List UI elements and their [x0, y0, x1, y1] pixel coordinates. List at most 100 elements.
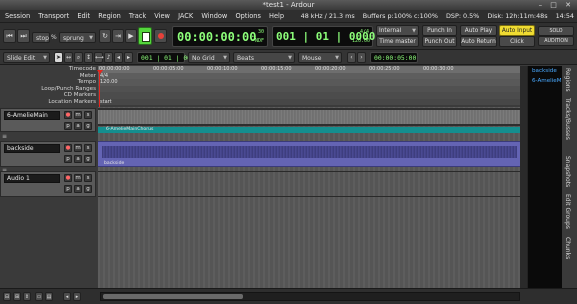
- tab-edit-groups[interactable]: Edit Groups: [564, 194, 571, 229]
- grid-select[interactable]: No Grid ▼: [188, 52, 230, 63]
- menu-session[interactable]: Session: [5, 12, 30, 20]
- punch-in-button[interactable]: Punch In: [422, 25, 457, 36]
- playlist-button[interactable]: p: [64, 155, 72, 163]
- mute-button[interactable]: m: [74, 174, 82, 182]
- play-range-button[interactable]: ⇥: [112, 29, 124, 43]
- menu-transport[interactable]: Transport: [38, 12, 69, 20]
- automation-button[interactable]: a: [74, 155, 82, 163]
- editor-canvas[interactable]: [98, 107, 520, 288]
- edit-toolbar: Slide Edit ▼ ➤ ↔ ⌕ ↕ ⟷ ♪ ◂ ▸ 001 | 01 | 0…: [0, 50, 577, 65]
- time-master-button[interactable]: Time master: [376, 36, 419, 47]
- scroll-button[interactable]: ◂: [63, 292, 71, 301]
- playlist-button[interactable]: p: [64, 122, 72, 130]
- edit-point-select[interactable]: Mouse ▼: [298, 52, 342, 63]
- menu-jack[interactable]: JACK: [178, 12, 193, 20]
- edit-mode-select[interactable]: Slide Edit ▼: [3, 52, 50, 63]
- stop-mode-select[interactable]: stop: [32, 32, 50, 43]
- record-arm-button[interactable]: ●: [64, 144, 72, 152]
- goto-start-button[interactable]: ⏮: [3, 29, 16, 43]
- mute-button[interactable]: m: [74, 144, 82, 152]
- automation-button[interactable]: a: [74, 122, 82, 130]
- menu-edit[interactable]: Edit: [77, 12, 90, 20]
- audition-tool-button[interactable]: ♪: [104, 52, 113, 63]
- region-backside[interactable]: backside: [98, 141, 520, 167]
- zoom-clock[interactable]: 00:00:05:00: [370, 52, 418, 63]
- mute-button[interactable]: m: [74, 111, 82, 119]
- goto-end-button[interactable]: ⏭: [17, 29, 30, 43]
- snap-unit-select[interactable]: Beats ▼: [233, 52, 295, 63]
- fit-button[interactable]: ▤: [45, 292, 53, 301]
- play-button[interactable]: ▶: [125, 29, 137, 43]
- tab-chunks[interactable]: Chunks: [564, 237, 571, 259]
- track-zoom-button[interactable]: ⊞: [13, 292, 21, 301]
- track-lane[interactable]: [98, 108, 520, 126]
- solo-button[interactable]: s: [84, 144, 92, 152]
- menu-options[interactable]: Options: [235, 12, 260, 20]
- punch-out-button[interactable]: Punch Out: [422, 36, 457, 47]
- stop-button[interactable]: [138, 27, 152, 45]
- vertical-scrollbar[interactable]: [520, 66, 527, 288]
- auto-input-button[interactable]: Auto Input: [499, 25, 535, 36]
- auto-return-button[interactable]: Auto Return: [460, 36, 497, 47]
- loop-button[interactable]: ↻: [99, 29, 111, 43]
- region-list-item[interactable]: 6-AmelieM: [528, 76, 563, 86]
- range-tool-button[interactable]: ↔: [64, 52, 73, 63]
- region-list-item[interactable]: backside: [528, 66, 563, 76]
- track-header[interactable]: 6-AmelieMain ● m s p a g: [0, 108, 96, 132]
- primary-clock[interactable]: 00:00:00:00 30 NDF: [172, 26, 268, 47]
- track-lane-empty[interactable]: [98, 171, 520, 197]
- record-arm-button[interactable]: ●: [64, 111, 72, 119]
- nudge-backward-button[interactable]: ◂: [114, 52, 123, 63]
- nudge-clock[interactable]: 001 | 01 | 0000: [137, 52, 199, 63]
- stop-mode-value: stop: [36, 35, 49, 42]
- menu-help[interactable]: Help: [269, 12, 284, 20]
- track-drag-handle-icon[interactable]: ≡: [2, 133, 7, 140]
- shuttle-mode-select[interactable]: sprung ▼: [59, 32, 96, 43]
- click-button[interactable]: Click: [499, 36, 535, 47]
- track-height-button[interactable]: ⇕: [23, 292, 31, 301]
- secondary-clock[interactable]: 001 | 01 | 0000 4/4 120.00: [272, 26, 375, 47]
- automation-button[interactable]: a: [74, 185, 82, 193]
- menu-view[interactable]: View: [154, 12, 170, 20]
- track-name[interactable]: Audio 1: [4, 174, 60, 183]
- sync-select[interactable]: Internal ▼: [376, 25, 419, 36]
- tab-regions[interactable]: Regions: [564, 68, 571, 92]
- location-markers-ruler[interactable]: start: [98, 98, 520, 105]
- grab-tool-button[interactable]: ➤: [54, 52, 63, 63]
- region-bar[interactable]: 6-AmelieMainChorus: [98, 127, 520, 133]
- playlist-button[interactable]: p: [64, 185, 72, 193]
- gain-tool-button[interactable]: ↕: [84, 52, 93, 63]
- menu-window[interactable]: Window: [201, 12, 227, 20]
- track-header[interactable]: Audio 1 ● m s p a g: [0, 171, 96, 197]
- menu-track[interactable]: Track: [129, 12, 146, 20]
- group-button[interactable]: g: [84, 122, 92, 130]
- solo-button[interactable]: s: [84, 174, 92, 182]
- tab-tracks-busses[interactable]: Tracks/Busses: [564, 98, 571, 140]
- audition-indicator[interactable]: AUDITION: [538, 36, 574, 46]
- record-button[interactable]: [154, 29, 167, 43]
- horizontal-scrollbar[interactable]: [100, 292, 520, 301]
- solo-indicator[interactable]: SOLO: [538, 26, 574, 36]
- record-arm-button[interactable]: ●: [64, 174, 72, 182]
- solo-button[interactable]: s: [84, 111, 92, 119]
- track-zoom-button[interactable]: ⊟: [3, 292, 11, 301]
- zoom-out-button[interactable]: ‹: [347, 52, 356, 63]
- stop-icon: [142, 32, 150, 42]
- menu-region[interactable]: Region: [98, 12, 121, 20]
- tab-snapshots[interactable]: Snapshots: [564, 156, 571, 187]
- track-header[interactable]: backside ● m s p a g: [0, 141, 96, 167]
- nudge-forward-button[interactable]: ▸: [124, 52, 133, 63]
- loop-icon: ↻: [102, 32, 108, 40]
- zoom-tool-button[interactable]: ⌕: [74, 52, 83, 63]
- stretch-tool-button[interactable]: ⟷: [94, 52, 104, 63]
- zoom-in-button[interactable]: ›: [357, 52, 366, 63]
- auto-play-button[interactable]: Auto Play: [460, 25, 497, 36]
- track-name[interactable]: backside: [4, 144, 60, 153]
- scroll-button[interactable]: ▸: [73, 292, 81, 301]
- track-name[interactable]: 6-AmelieMain: [4, 111, 60, 120]
- fit-button[interactable]: ▭: [35, 292, 43, 301]
- group-button[interactable]: g: [84, 155, 92, 163]
- window-controls[interactable]: – □ ✕: [539, 1, 574, 9]
- group-button[interactable]: g: [84, 185, 92, 193]
- scrollbar-thumb[interactable]: [103, 294, 243, 299]
